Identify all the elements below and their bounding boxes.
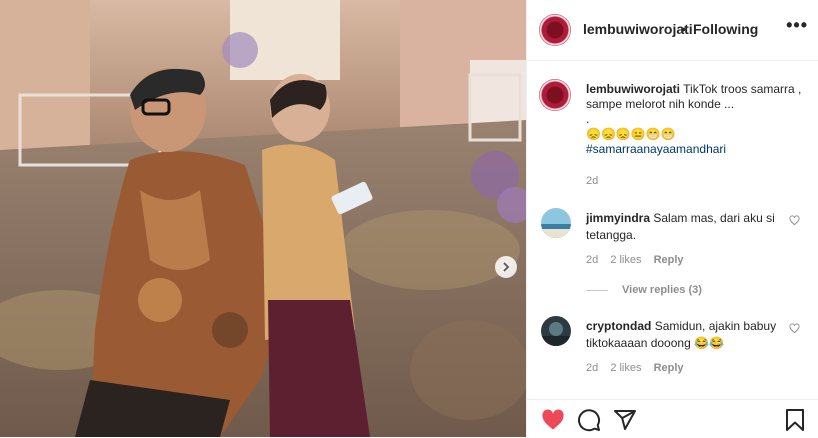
replies-line — [586, 289, 608, 291]
caption-date: 2d — [586, 175, 599, 187]
caption-dot: . — [586, 112, 590, 126]
avatar[interactable] — [539, 14, 571, 46]
post-header: lembuwiworojati • Following ••• — [527, 0, 818, 61]
more-icon[interactable]: ••• — [786, 15, 808, 36]
reply-button[interactable]: Reply — [654, 254, 684, 266]
comment-icon[interactable] — [577, 408, 601, 432]
comment-username[interactable]: jimmyindra — [586, 211, 650, 225]
share-icon[interactable] — [613, 408, 637, 432]
caption-username[interactable]: lembuwiworojati — [586, 82, 680, 96]
comment-likes[interactable]: 2 likes — [610, 362, 641, 374]
heart-filled-icon[interactable] — [541, 408, 565, 432]
avatar-image — [541, 316, 571, 346]
comment-text: cryptondad Samidun, ajakin babuy tiktoka… — [586, 318, 782, 352]
comment-likes[interactable]: 2 likes — [610, 254, 641, 266]
hashtag-link[interactable]: #samarraanayaamandhari — [586, 142, 808, 157]
caption-avatar[interactable] — [539, 79, 571, 111]
comment-text: jimmyindra Salam mas, dari aku si tetang… — [586, 210, 782, 244]
post-sidebar: lembuwiworojati • Following ••• lembuwiw… — [526, 0, 818, 437]
comment-username[interactable]: cryptondad — [586, 319, 651, 333]
commenter-avatar[interactable] — [541, 208, 571, 238]
view-replies-label: View replies (3) — [622, 284, 702, 296]
post-image — [0, 0, 526, 437]
post-photo[interactable] — [0, 0, 526, 437]
separator-dot: • — [681, 21, 686, 37]
action-bar — [527, 399, 818, 438]
caption-text: lembuwiworojati TikTok troos samarra , s… — [586, 82, 808, 157]
bookmark-icon[interactable] — [783, 408, 807, 432]
chevron-right-icon — [503, 262, 510, 272]
reply-button[interactable]: Reply — [654, 362, 684, 374]
comment-time: 2d — [586, 362, 599, 374]
avatar-image — [541, 208, 571, 238]
following-button[interactable]: Following — [693, 21, 758, 37]
commenter-avatar[interactable] — [541, 316, 571, 346]
heart-outline-icon[interactable] — [789, 215, 800, 226]
comment-meta: 2d 2 likes Reply — [586, 362, 693, 374]
caption-emojis: 😞😞😞😑😁😁 — [586, 127, 676, 141]
author-username[interactable]: lembuwiworojati — [583, 21, 693, 37]
comment-time: 2d — [586, 254, 599, 266]
comment-meta: 2d 2 likes Reply — [586, 254, 693, 266]
next-photo-button[interactable] — [495, 256, 517, 278]
view-replies-button[interactable]: View replies (3) — [586, 284, 702, 296]
heart-outline-icon[interactable] — [789, 323, 800, 334]
